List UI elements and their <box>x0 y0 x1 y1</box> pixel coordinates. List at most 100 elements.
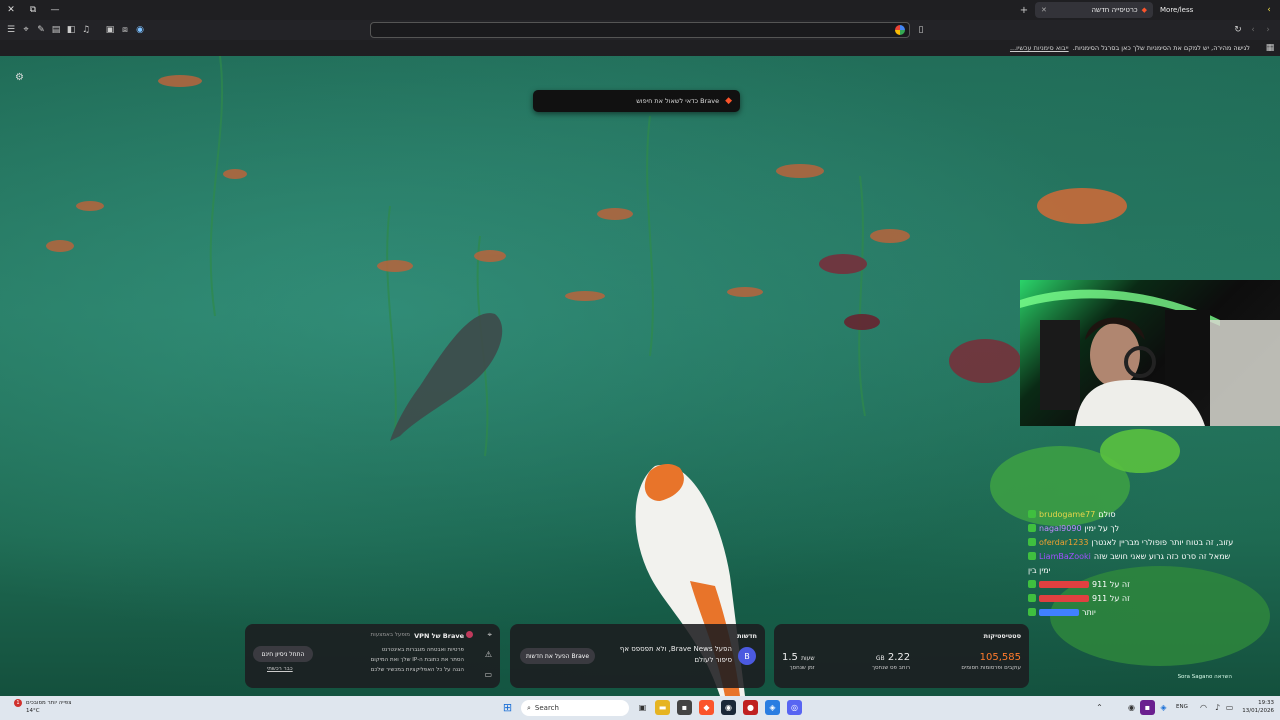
chat-user: brudogame77 <box>1039 509 1096 519</box>
terminal-icon[interactable]: ▪ <box>677 700 692 715</box>
stream-chat: סולם brudogame77 לך על ימין nagal9090 עז… <box>1028 507 1274 619</box>
location-icon[interactable]: ⌖ <box>20 24 32 36</box>
stat-time-line: שעות 1.5 <box>782 652 815 663</box>
restore-window-icon[interactable]: ⧉ <box>26 3 40 17</box>
menu-icon[interactable]: ☰ <box>5 24 17 36</box>
chat-user-redacted <box>1039 608 1079 616</box>
sidebar-icon[interactable]: ◧ <box>65 24 77 36</box>
toast-text: כדאי לשאול את חיפוש Brave <box>636 97 720 105</box>
weather-temp: 14°C <box>26 708 40 714</box>
task-view-icon[interactable]: ▣ <box>635 700 650 715</box>
chat-text: יותר <box>1082 607 1096 617</box>
badge-icon <box>1028 552 1036 560</box>
steam-icon[interactable]: ◉ <box>721 700 736 715</box>
badge-icon <box>1028 594 1036 602</box>
reload-icon[interactable]: ↻ <box>1232 24 1244 36</box>
webcam-overlay <box>1020 280 1280 426</box>
vpn-brand-icon <box>466 631 473 638</box>
chat-text: סולם <box>1098 509 1116 519</box>
chat-message: זה על 911 <box>1028 591 1274 605</box>
weather-text[interactable]: צפייה יותר מסובכים <box>26 700 71 706</box>
google-icon[interactable] <box>895 25 905 35</box>
enable-news-button[interactable]: הפעל את חדשות Brave <box>520 648 595 664</box>
music-icon[interactable]: ♫ <box>80 24 92 36</box>
badge-icon <box>1028 510 1036 518</box>
battery-icon[interactable]: ▭ <box>1222 700 1237 715</box>
minimize-window-icon[interactable]: — <box>48 3 62 17</box>
alert-icon[interactable]: ⚠ <box>485 650 492 659</box>
url-input[interactable] <box>371 26 881 41</box>
vpn-title: VPN של Brave <box>414 632 464 640</box>
news-row: הפעל את חדשות Brave הפעל Brave News, ולא… <box>520 645 760 665</box>
tab-close-icon[interactable]: ✕ <box>1041 6 1047 14</box>
search-icon: ⌕ <box>527 703 531 712</box>
photo-credit: Sora Sagano השראה <box>1177 674 1232 680</box>
clock[interactable]: 19:33 13/01/2026 <box>1242 699 1274 715</box>
stats-widget: סטטיסטיקות 105,585 עוקבים ופרסומות חסומי… <box>774 624 1029 688</box>
screen: ✕ ⧉ — + ✕ כרטיסייה חדשה ◆ More/less ‹ ☰ … <box>0 0 1280 720</box>
taskbar-search[interactable]: ⌕ Search <box>521 700 629 716</box>
forward-icon[interactable]: › <box>1262 24 1274 36</box>
chat-user-redacted <box>1039 594 1089 602</box>
chat-icon[interactable]: ▭ <box>484 670 492 679</box>
chat-message: עזוב, זה בטוח יותר פופולרי מבריין לאנטרן… <box>1028 535 1274 549</box>
app-icon-2[interactable]: ◈ <box>765 700 780 715</box>
badge-icon <box>1028 538 1036 546</box>
close-window-icon[interactable]: ✕ <box>4 3 18 17</box>
tray-app-icon[interactable]: ◉ <box>1124 700 1139 715</box>
brave-lion-icon: ◆ <box>725 96 732 106</box>
file-explorer-icon[interactable]: ▬ <box>655 700 670 715</box>
stat-time-value: 1.5 <box>782 652 798 663</box>
chat-message: זה על 911 <box>1028 577 1274 591</box>
reading-list-icon[interactable]: ▤ <box>50 24 62 36</box>
speaker-icon[interactable]: ◉ <box>134 24 146 36</box>
vpn-feature: הגנה על כל האפליקציות במכשיר שלכם <box>370 667 464 673</box>
taskbar: 1 צפייה יותר מסובכים 14°C ⊞ ⌕ Search ▣ ▬… <box>0 696 1280 720</box>
address-bar[interactable] <box>370 22 910 41</box>
screenshot-icon[interactable]: ▣ <box>104 24 116 36</box>
pin-icon[interactable]: ⌖ <box>487 630 492 640</box>
tray-app-icon-2[interactable]: ▪ <box>1140 700 1155 715</box>
wallet-icon[interactable]: ✎ <box>35 24 47 36</box>
windows-start-icon[interactable]: ⊞ <box>500 700 515 715</box>
weather-alert-icon[interactable]: 1 <box>14 699 22 707</box>
discord-icon[interactable]: ◎ <box>787 700 802 715</box>
stat-bandwidth-value: 2.22 <box>887 652 911 663</box>
chat-user: oferdar1233 <box>1039 537 1089 547</box>
chat-message: לך על ימין nagal9090 <box>1028 521 1274 535</box>
clock-date: 13/01/2026 <box>1242 708 1274 714</box>
chat-text: שמאל זה סרט כזה גרוע שאני חושב שזה <box>1093 551 1231 561</box>
stat-bandwidth: GB 2.22 רוחב פס שנחסך <box>872 652 910 671</box>
tab-more-less[interactable]: More/less <box>1160 2 1220 18</box>
stat-bandwidth-label: רוחב פס שנחסך <box>872 665 911 671</box>
bookmark-icon[interactable]: ▯ <box>915 24 927 36</box>
news-title: חדשות <box>737 632 757 640</box>
vpn-widget: VPN של Brave מופעל באמצעות פרטיות ואבטחה… <box>245 624 500 688</box>
chat-text: זה על 911 <box>1092 579 1130 589</box>
search-suggestion-toast[interactable]: כדאי לשאול את חיפוש Brave ◆ <box>533 90 740 112</box>
start-trial-button[interactable]: התחל ניסיון חינם <box>253 646 313 662</box>
wifi-icon[interactable]: ◠ <box>1196 700 1211 715</box>
chat-message: יותר <box>1028 605 1274 619</box>
settings-gear-icon[interactable]: ⚙ <box>15 72 24 83</box>
stat-time: שעות 1.5 זמן שנחסך <box>782 652 815 671</box>
brave-taskbar-icon[interactable]: ◆ <box>699 700 714 715</box>
app-icon[interactable]: ● <box>743 700 758 715</box>
bookmarks-hint: לגישה מהירה, יש למקם את הסימניות שלך כאן… <box>1072 44 1250 52</box>
tray-chevron-icon[interactable]: ⌃ <box>1092 700 1107 715</box>
tab-label: More/less <box>1160 6 1194 14</box>
back-icon[interactable]: ‹ <box>1247 24 1259 36</box>
tab-new-tab[interactable]: ✕ כרטיסייה חדשה ◆ <box>1035 2 1153 18</box>
import-bookmarks-link[interactable]: ייבוא סימניות עכשיו... <box>1010 44 1069 52</box>
vpn-features: פרטיות ואבטחה מוגברות באינטרנט הסתר את כ… <box>371 645 464 675</box>
already-purchased-link[interactable]: כבר רכשתי <box>267 666 293 672</box>
extensions-icon[interactable]: ⧈ <box>119 24 131 36</box>
new-tab-button[interactable]: + <box>1017 3 1031 17</box>
grid-icon[interactable]: ▦ <box>1264 42 1276 54</box>
language-indicator[interactable]: ENG <box>1176 704 1188 710</box>
tray-app-icon-3[interactable]: ◈ <box>1156 700 1171 715</box>
stat-blocked-label: עוקבים ופרסומות חסומים <box>961 665 1021 671</box>
chevron-left-icon[interactable]: ‹ <box>1262 3 1276 17</box>
stats-title: סטטיסטיקות <box>983 632 1021 640</box>
chat-user: nagal9090 <box>1039 523 1082 533</box>
